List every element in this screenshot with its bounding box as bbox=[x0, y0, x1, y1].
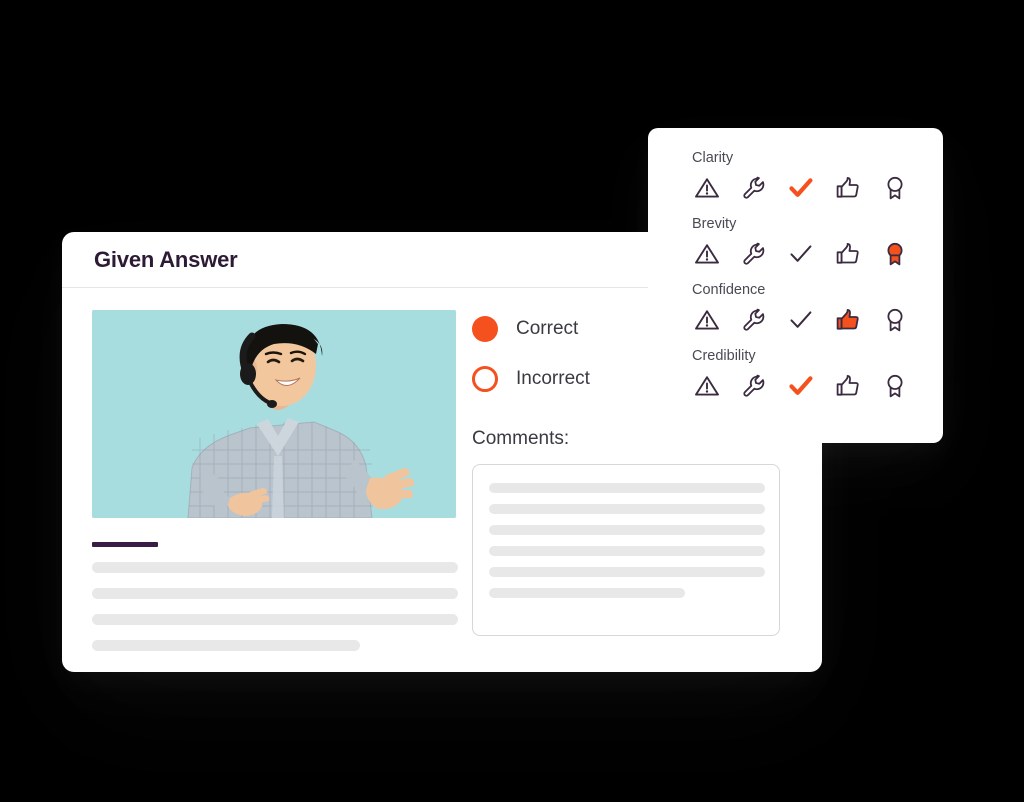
comment-placeholder-line bbox=[489, 525, 765, 535]
check-icon[interactable] bbox=[786, 305, 816, 335]
wrench-icon[interactable] bbox=[739, 371, 769, 401]
answer-left-column bbox=[62, 310, 460, 672]
award-ribbon-icon[interactable] bbox=[880, 305, 910, 335]
answer-placeholder-lines bbox=[92, 562, 458, 651]
warning-triangle-icon[interactable] bbox=[692, 173, 722, 203]
placeholder-line bbox=[92, 562, 458, 573]
comment-placeholder-line bbox=[489, 588, 685, 598]
check-icon[interactable] bbox=[786, 239, 816, 269]
criterion-clarity-options bbox=[692, 173, 943, 203]
rating-panel: Clarity Brevity Confidence Credibility bbox=[648, 128, 943, 443]
answer-photo bbox=[92, 310, 456, 518]
award-ribbon-icon[interactable] bbox=[880, 173, 910, 203]
comment-placeholder-line bbox=[489, 483, 765, 493]
warning-triangle-icon[interactable] bbox=[692, 239, 722, 269]
thumbs-up-icon[interactable] bbox=[833, 173, 863, 203]
comment-placeholder-line bbox=[489, 567, 765, 577]
choice-correct-label: Correct bbox=[516, 318, 579, 339]
comment-placeholder-line bbox=[489, 546, 765, 556]
criterion-credibility-label: Credibility bbox=[692, 348, 756, 364]
radio-filled-icon[interactable] bbox=[472, 316, 498, 342]
accent-rule bbox=[92, 542, 158, 547]
criterion-credibility: Credibility bbox=[692, 348, 943, 401]
comment-placeholder-line bbox=[489, 504, 765, 514]
screenshot-stage: Given Answer Correct Incorrect Comments:… bbox=[0, 0, 1024, 802]
criterion-clarity: Clarity bbox=[692, 150, 943, 203]
warning-triangle-icon[interactable] bbox=[692, 371, 722, 401]
page-title: Given Answer bbox=[94, 246, 238, 272]
thumbs-up-icon[interactable] bbox=[833, 371, 863, 401]
wrench-icon[interactable] bbox=[739, 239, 769, 269]
wrench-icon[interactable] bbox=[739, 305, 769, 335]
placeholder-line bbox=[92, 588, 458, 599]
comments-input[interactable] bbox=[472, 464, 780, 636]
criterion-credibility-options bbox=[692, 371, 943, 401]
thumbs-up-icon[interactable] bbox=[833, 305, 863, 335]
thumbs-up-icon[interactable] bbox=[833, 239, 863, 269]
criterion-confidence: Confidence bbox=[692, 282, 943, 335]
criterion-confidence-options bbox=[692, 305, 943, 335]
award-ribbon-icon[interactable] bbox=[880, 371, 910, 401]
criterion-brevity-label: Brevity bbox=[692, 216, 737, 232]
warning-triangle-icon[interactable] bbox=[692, 305, 722, 335]
check-icon[interactable] bbox=[786, 371, 816, 401]
award-ribbon-icon[interactable] bbox=[880, 239, 910, 269]
criterion-brevity-options bbox=[692, 239, 943, 269]
placeholder-line bbox=[92, 614, 458, 625]
wrench-icon[interactable] bbox=[739, 173, 769, 203]
placeholder-line bbox=[92, 640, 360, 651]
radio-hollow-icon[interactable] bbox=[472, 366, 498, 392]
choice-incorrect-label: Incorrect bbox=[516, 368, 590, 389]
criterion-clarity-label: Clarity bbox=[692, 150, 734, 166]
criterion-confidence-label: Confidence bbox=[692, 282, 766, 298]
check-icon[interactable] bbox=[786, 173, 816, 203]
agent-photo-illustration bbox=[92, 310, 456, 518]
criterion-brevity: Brevity bbox=[692, 216, 943, 269]
